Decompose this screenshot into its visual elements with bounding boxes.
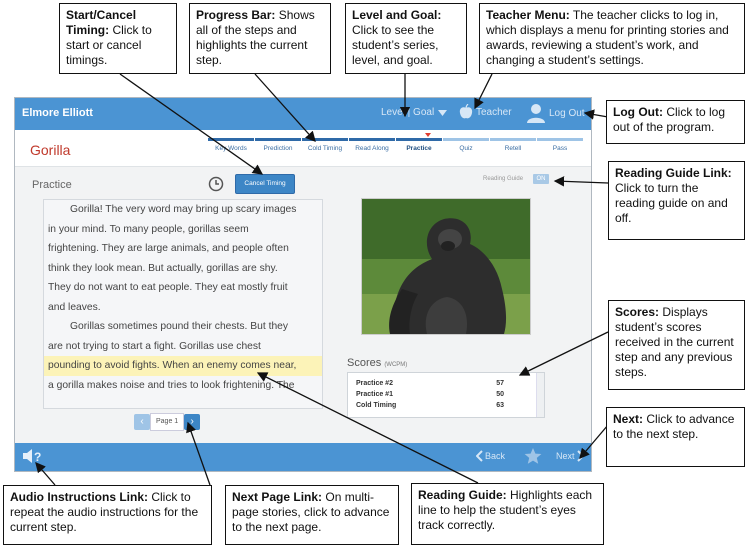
passage-line: frightening. They are large animals, and…	[48, 243, 289, 254]
callout-title: Reading Guide Link:	[615, 166, 732, 180]
callout-next: Next: Click to advance to the next step.	[606, 407, 745, 467]
passage-line: a gorilla makes noise and tries to look …	[48, 379, 295, 391]
reading-guide-toggle[interactable]: ON	[533, 174, 549, 184]
step-prediction: Prediction	[255, 138, 301, 152]
callout-reading-guide: Reading Guide: Highlights each line to h…	[411, 483, 604, 545]
scores-heading: Scores (WCPM)	[347, 357, 407, 369]
reading-guide-highlight-line: pounding to avoid fights. When an enemy …	[44, 356, 322, 376]
reading-guide-label: Reading Guide	[483, 176, 524, 182]
scores-panel: Practice #2 57 Practice #1 50 Cold Timin…	[347, 372, 545, 418]
step-pass: Pass	[537, 138, 583, 152]
callout-log-out: Log Out: Click to log out of the program…	[606, 100, 745, 144]
callout-level-goal: Level and Goal: Click to see the student…	[345, 3, 467, 74]
step-retell: Retell	[490, 138, 536, 152]
passage-line: in your mind. To many people, gorillas s…	[48, 223, 249, 235]
callout-reading-guide-link: Reading Guide Link: Click to turn the re…	[608, 161, 745, 240]
story-title: Gorilla	[30, 142, 71, 158]
back-button[interactable]: Back	[476, 450, 505, 462]
score-value: 50	[496, 391, 504, 398]
star-icon[interactable]	[524, 447, 542, 465]
cancel-timing-button[interactable]: Cancel Timing	[235, 174, 295, 194]
callout-title: Progress Bar:	[196, 8, 276, 22]
callout-title: Next Page Link:	[232, 490, 323, 504]
log-out-button[interactable]: Log Out	[527, 103, 585, 123]
chevron-right-icon	[576, 450, 584, 462]
callout-teacher-menu: Teacher Menu: The teacher clicks to log …	[479, 3, 745, 74]
current-step-marker	[425, 133, 431, 137]
passage-paragraph: Gorillas sometimes pound their chests. B…	[44, 317, 322, 395]
step-practice: Practice	[396, 138, 442, 152]
step-read-along: Read Along	[349, 138, 395, 152]
level-goal-label: Level | Goal	[381, 107, 435, 118]
back-label: Back	[485, 451, 506, 461]
page-number: Page 1	[150, 413, 185, 431]
callout-title: Audio Instructions Link:	[10, 490, 148, 504]
step-key-words: Key Words	[208, 138, 254, 152]
callout-title: Teacher Menu:	[486, 8, 570, 22]
score-row: Practice #1 50	[356, 391, 504, 398]
passage-line: Gorillas sometimes pound their chests. B…	[70, 321, 289, 332]
callout-title: Log Out:	[613, 105, 663, 119]
top-bar: Elmore Elliott Level | Goal Teacher Log …	[15, 98, 591, 130]
next-button[interactable]: Next	[556, 450, 584, 462]
next-label: Next	[556, 451, 575, 461]
user-icon	[527, 104, 545, 123]
passage-line: Gorilla! The very word may bring up scar…	[70, 204, 297, 215]
level-goal-dropdown[interactable]: Level | Goal	[381, 107, 448, 118]
score-value: 57	[496, 380, 504, 387]
score-label: Practice #2	[356, 380, 393, 387]
step-cold-timing: Cold Timing	[302, 138, 348, 152]
scores-title: Scores	[347, 357, 382, 369]
callout-progress-bar: Progress Bar: Shows all of the steps and…	[189, 3, 331, 74]
progress-bar: Key Words Prediction Cold Timing Read Al…	[208, 133, 584, 152]
bottom-bar: ? Back Next	[15, 443, 591, 471]
chevron-left-icon	[476, 450, 483, 462]
passage-line: and leaves.	[48, 301, 101, 313]
pagination: ‹ Page 1 ›	[134, 413, 201, 431]
apple-icon	[459, 104, 473, 119]
callout-title: Scores:	[615, 305, 660, 319]
scores-scrollbar[interactable]	[536, 373, 544, 417]
teacher-label: Teacher	[476, 106, 512, 118]
audio-instructions-button[interactable]: ?	[22, 448, 44, 467]
step-quiz: Quiz	[443, 138, 489, 152]
score-value: 63	[496, 402, 504, 409]
callout-title: Reading Guide:	[418, 488, 507, 502]
reading-app-window: Elmore Elliott Level | Goal Teacher Log …	[14, 97, 592, 472]
teacher-menu-button[interactable]: Teacher	[459, 104, 512, 120]
next-page-button[interactable]: ›	[184, 414, 201, 430]
score-label: Cold Timing	[356, 402, 397, 409]
passage-line: They do not want to eat people. They eat…	[48, 282, 288, 293]
passage-line: think they look mean. But actually, gori…	[48, 262, 278, 274]
svg-text:?: ?	[34, 450, 41, 464]
callout-start-cancel-timing: Start/Cancel Timing: Click to start or c…	[59, 3, 177, 74]
callout-scores: Scores: Displays student’s scores receiv…	[608, 300, 745, 390]
callout-text: Click to turn the reading guide on and o…	[615, 181, 728, 225]
callout-title: Next:	[613, 412, 644, 426]
callout-text: Click to see the student’s series, level…	[352, 23, 439, 67]
gorilla-photo	[362, 199, 530, 334]
story-passage: Gorilla! The very word may bring up scar…	[43, 199, 323, 409]
student-name: Elmore Elliott	[22, 107, 93, 119]
clock-icon	[208, 176, 224, 192]
score-row: Practice #2 57	[356, 380, 504, 387]
passage-paragraph: Gorilla! The very word may bring up scar…	[44, 200, 322, 317]
callout-audio-instructions: Audio Instructions Link: Click to repeat…	[3, 485, 212, 545]
gorilla-image	[361, 198, 531, 335]
log-out-label: Log Out	[549, 107, 585, 119]
step-label: Practice	[32, 179, 72, 191]
story-header: Gorilla Key Words Prediction Cold Timing…	[15, 130, 591, 167]
previous-page-button[interactable]: ‹	[134, 414, 150, 430]
passage-line: are not trying to start a fight. Gorilla…	[48, 340, 261, 352]
scores-unit: (WCPM)	[384, 362, 408, 368]
caret-down-icon	[438, 109, 448, 116]
callout-next-page: Next Page Link: On multi-page stories, c…	[225, 485, 399, 545]
speaker-question-icon: ?	[23, 449, 41, 464]
score-row: Cold Timing 63	[356, 402, 504, 409]
callout-title: Level and Goal:	[352, 8, 442, 22]
score-label: Practice #1	[356, 391, 393, 398]
